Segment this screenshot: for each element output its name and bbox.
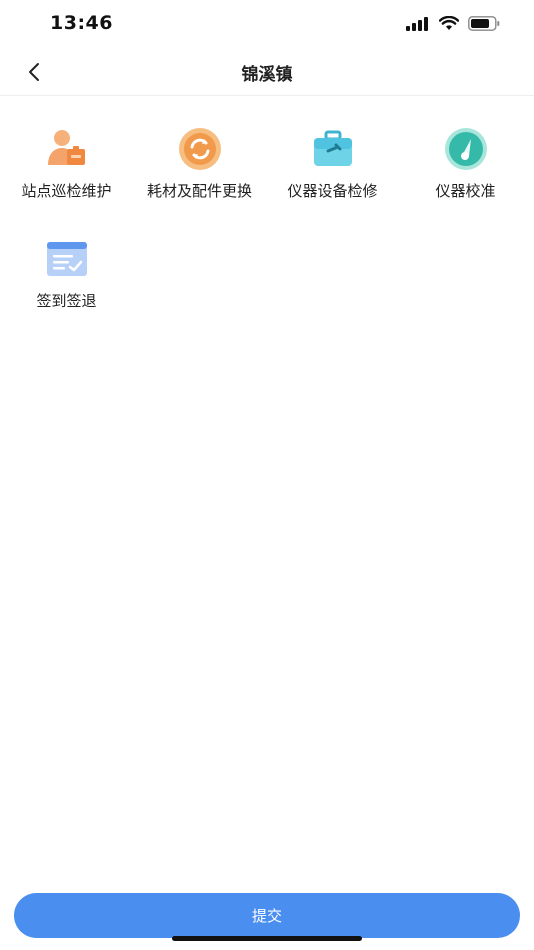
menu-item-equipment-repair[interactable]: 仪器设备检修 [266, 96, 399, 206]
battery-icon [468, 16, 500, 31]
menu-item-label: 仪器校准 [435, 182, 496, 200]
menu-item-station-inspection[interactable]: 站点巡检维护 [0, 96, 133, 206]
replace-cycle-icon [177, 126, 223, 172]
submit-button[interactable]: 提交 [14, 893, 520, 938]
wifi-icon [439, 16, 459, 30]
status-icons [406, 16, 500, 31]
menu-item-label: 站点巡检维护 [21, 182, 112, 200]
status-time: 13:46 [50, 12, 113, 34]
gauge-icon [443, 126, 489, 172]
status-bar: 13:46 [0, 0, 534, 48]
home-indicator [172, 936, 362, 941]
menu-item-instrument-calibration[interactable]: 仪器校准 [399, 96, 532, 206]
person-box-icon [44, 126, 90, 172]
menu-item-consumables-replacement[interactable]: 耗材及配件更换 [133, 96, 266, 206]
toolbox-icon [310, 126, 356, 172]
checklist-icon [44, 236, 90, 282]
menu-item-label: 仪器设备检修 [287, 182, 378, 200]
nav-bar: 锦溪镇 [0, 48, 534, 96]
menu-item-check-in-out[interactable]: 签到签退 [0, 206, 133, 316]
page-title: 锦溪镇 [241, 65, 293, 85]
menu-item-label: 签到签退 [36, 292, 97, 310]
submit-button-label: 提交 [251, 907, 282, 925]
menu-item-label: 耗材及配件更换 [146, 182, 252, 200]
signal-icon [406, 16, 428, 31]
